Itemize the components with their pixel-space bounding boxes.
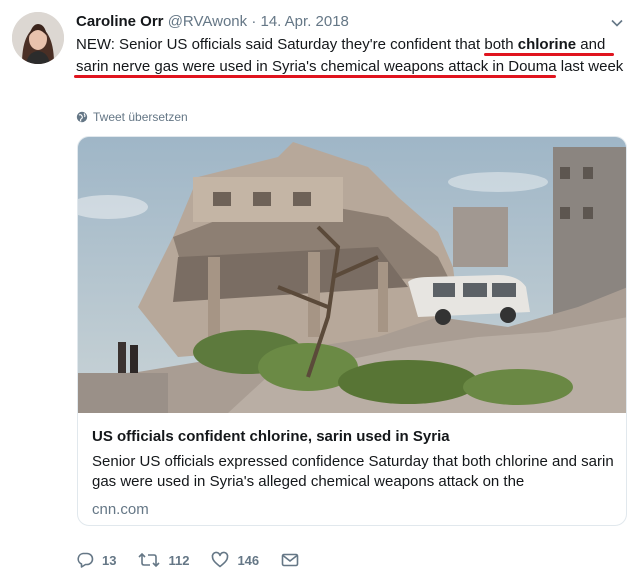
chevron-down-icon[interactable]	[609, 15, 625, 31]
card-title[interactable]: US officials confident chlorine, sarin u…	[92, 427, 614, 447]
reply-count: 13	[102, 552, 117, 568]
tweet-text: NEW: Senior US officials said Saturday t…	[76, 34, 636, 78]
like-icon	[211, 551, 237, 569]
link-card[interactable]: US officials confident chlorine, sarin u…	[77, 136, 627, 526]
red-underline-2	[74, 75, 556, 78]
red-underline-1	[484, 53, 614, 56]
retweet-button[interactable]: 112	[138, 551, 189, 569]
tweet-text-chlorine: chlorine	[517, 36, 577, 53]
author-name[interactable]: Caroline Orr	[76, 13, 164, 30]
tweet: Caroline Orr @RVAwonk · 14. Apr. 2018 NE…	[0, 0, 641, 579]
separator-dot: ·	[251, 13, 257, 30]
tweet-text-line2: sarin nerve gas were used in Syria's che…	[76, 58, 557, 75]
like-count: 146	[237, 552, 260, 568]
tweet-text-tail: last week	[556, 58, 624, 75]
tweet-text-and: and	[576, 36, 606, 53]
tweet-date[interactable]: 14. Apr. 2018	[260, 13, 348, 30]
retweet-icon	[138, 551, 168, 569]
card-body: US officials confident chlorine, sarin u…	[78, 413, 626, 520]
reply-button[interactable]: 13	[76, 551, 116, 569]
card-domain: cnn.com	[92, 501, 149, 518]
card-image	[78, 137, 626, 413]
retweet-count: 112	[168, 552, 190, 568]
tweet-text-part1: NEW: Senior US officials said Saturday t…	[76, 36, 485, 53]
reply-icon	[76, 551, 102, 569]
author-handle[interactable]: @RVAwonk	[168, 13, 247, 30]
like-button[interactable]: 146	[211, 551, 259, 569]
globe-icon	[76, 111, 88, 123]
translate-link[interactable]: Tweet übersetzen	[76, 110, 188, 124]
card-description: Senior US officials expressed confidence…	[92, 453, 614, 490]
message-icon	[281, 551, 307, 569]
tweet-header: Caroline Orr @RVAwonk · 14. Apr. 2018	[76, 13, 349, 31]
translate-label: Tweet übersetzen	[93, 110, 188, 124]
tweet-text-both: both	[484, 36, 514, 53]
action-bar: 13 112 146	[76, 548, 329, 572]
message-button[interactable]	[281, 551, 307, 569]
avatar[interactable]	[12, 12, 64, 64]
